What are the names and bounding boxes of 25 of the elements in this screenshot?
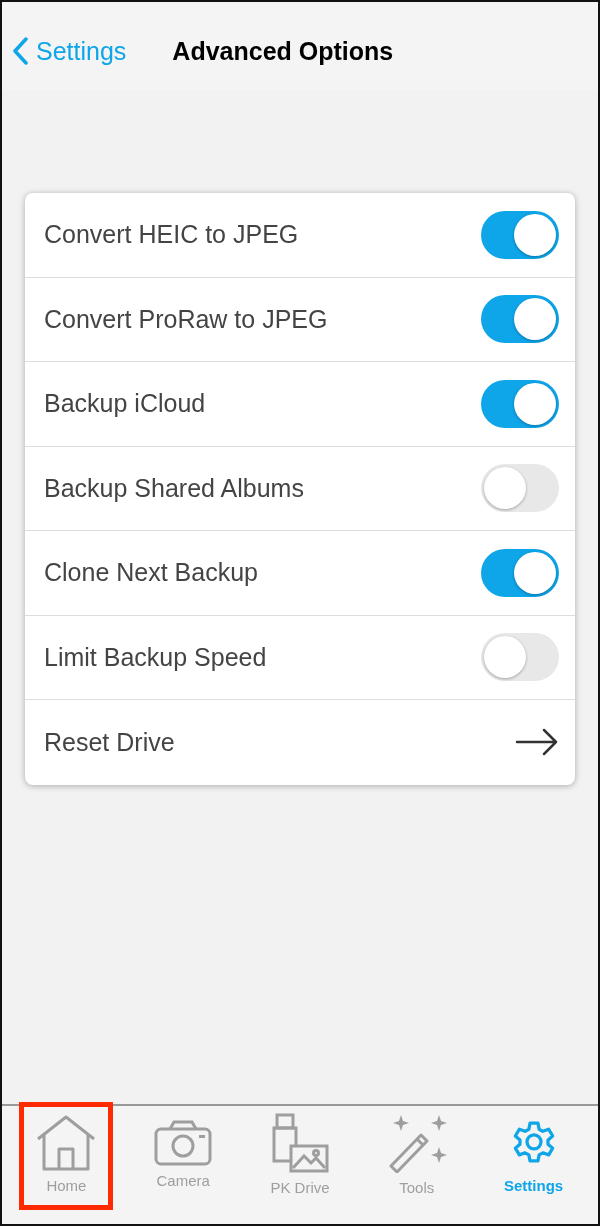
tab-bar-item[interactable]: Settings <box>486 1102 581 1210</box>
usb-drive-icon <box>271 1112 329 1173</box>
toggle-switch[interactable] <box>481 464 559 513</box>
toggle-switch[interactable] <box>481 295 559 344</box>
option-label: Convert HEIC to JPEG <box>44 219 299 250</box>
tab-bar-item[interactable]: PK Drive <box>253 1102 347 1210</box>
toggle-switch[interactable] <box>481 210 559 259</box>
tab-bar-item[interactable]: Home <box>19 1102 114 1210</box>
back-button[interactable]: Settings <box>12 32 127 70</box>
toggle-switch[interactable] <box>481 548 559 597</box>
house-icon <box>36 1114 97 1171</box>
option-label: Convert ProRaw to JPEG <box>44 303 328 335</box>
toggle-switch[interactable] <box>481 633 559 682</box>
back-icon <box>12 37 28 66</box>
page-title: Advanced Options <box>172 35 394 67</box>
option-label: Clone Next Backup <box>44 557 258 588</box>
option-label: Backup Shared Albums <box>44 472 304 504</box>
tab-bar-item[interactable]: Camera <box>136 1102 231 1210</box>
tab-bar-item[interactable]: Tools <box>369 1102 464 1210</box>
option-label: Backup iCloud <box>44 388 206 419</box>
toggle-switch[interactable] <box>481 379 559 428</box>
option-label: Limit Backup Speed <box>44 641 267 673</box>
camera-icon <box>154 1119 213 1166</box>
arrow-icon[interactable] <box>515 728 559 757</box>
option-label: Reset Drive <box>44 726 175 758</box>
